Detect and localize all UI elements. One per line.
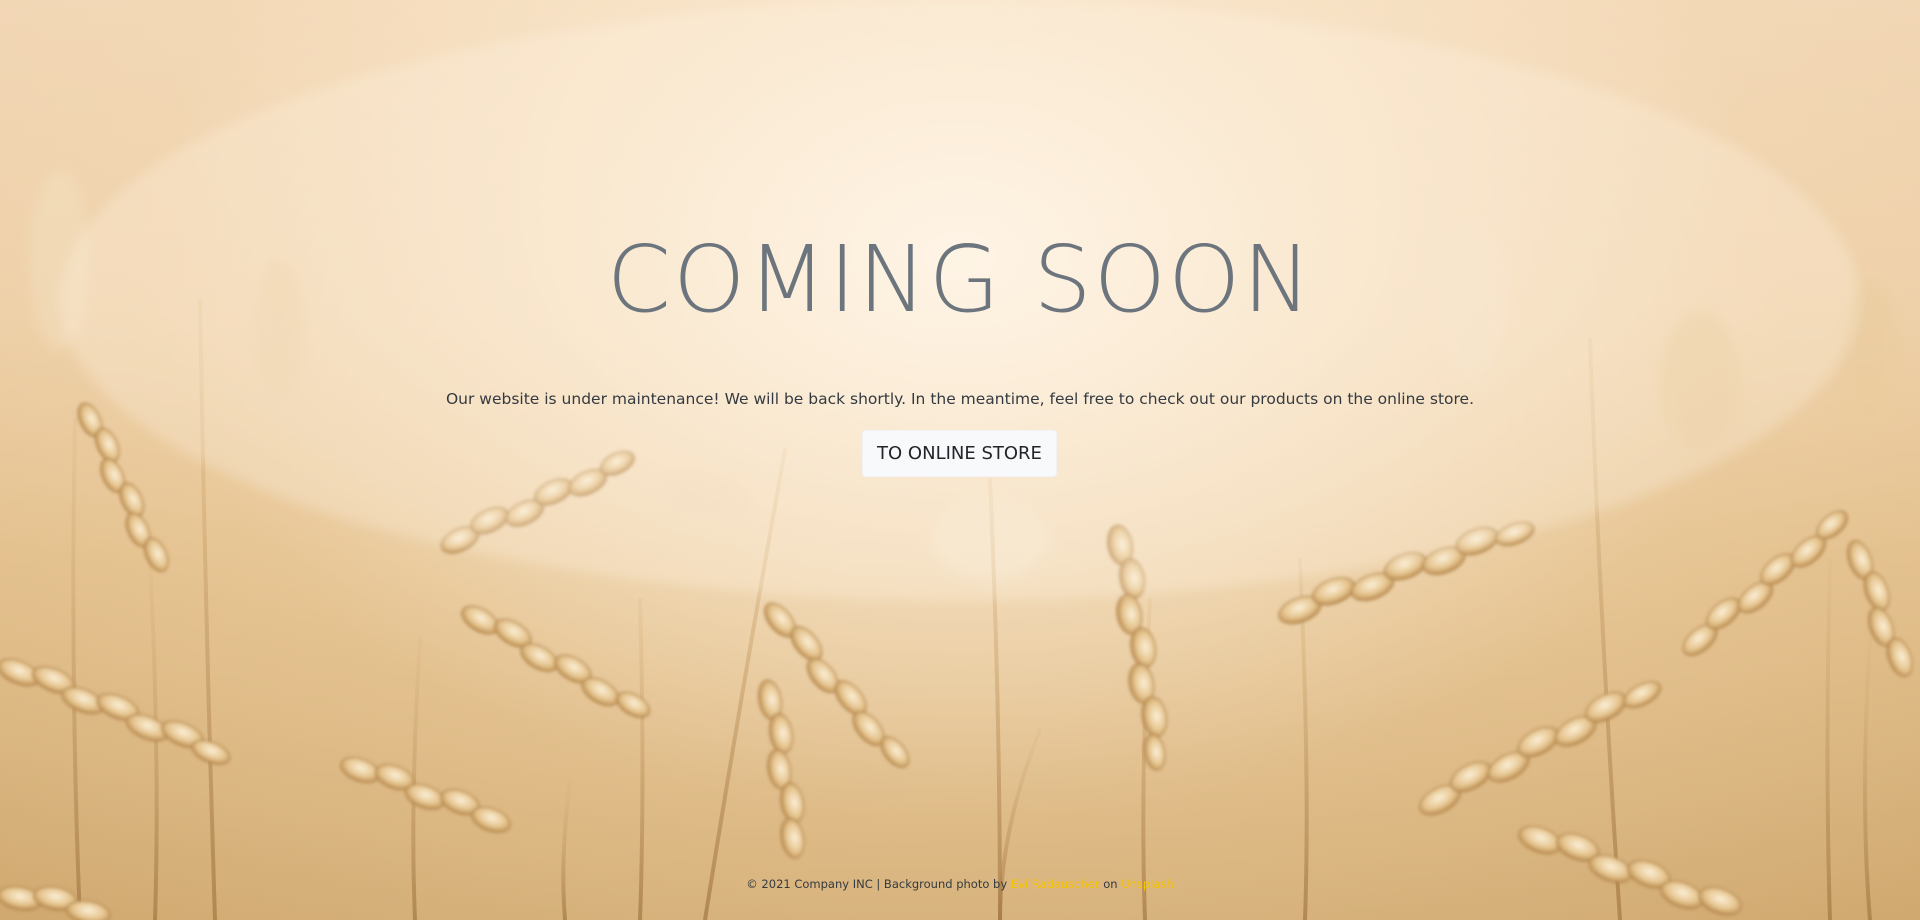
maintenance-message: Our website is under maintenance! We wil… [445,390,1475,408]
photographer-link[interactable]: Evi Radauscher [1011,877,1100,891]
copyright-text: © 2021 Company INC | Background photo by [746,877,1008,891]
footer-credits: © 2021 Company INC | Background photo by… [0,877,1920,891]
page-title: COMING SOON [606,226,1314,333]
online-store-button[interactable]: TO ONLINE STORE [862,430,1057,477]
on-text: on [1103,877,1118,891]
maintenance-content: COMING SOON Our website is under mainten… [0,0,1920,920]
unsplash-link[interactable]: Unsplash [1121,877,1174,891]
